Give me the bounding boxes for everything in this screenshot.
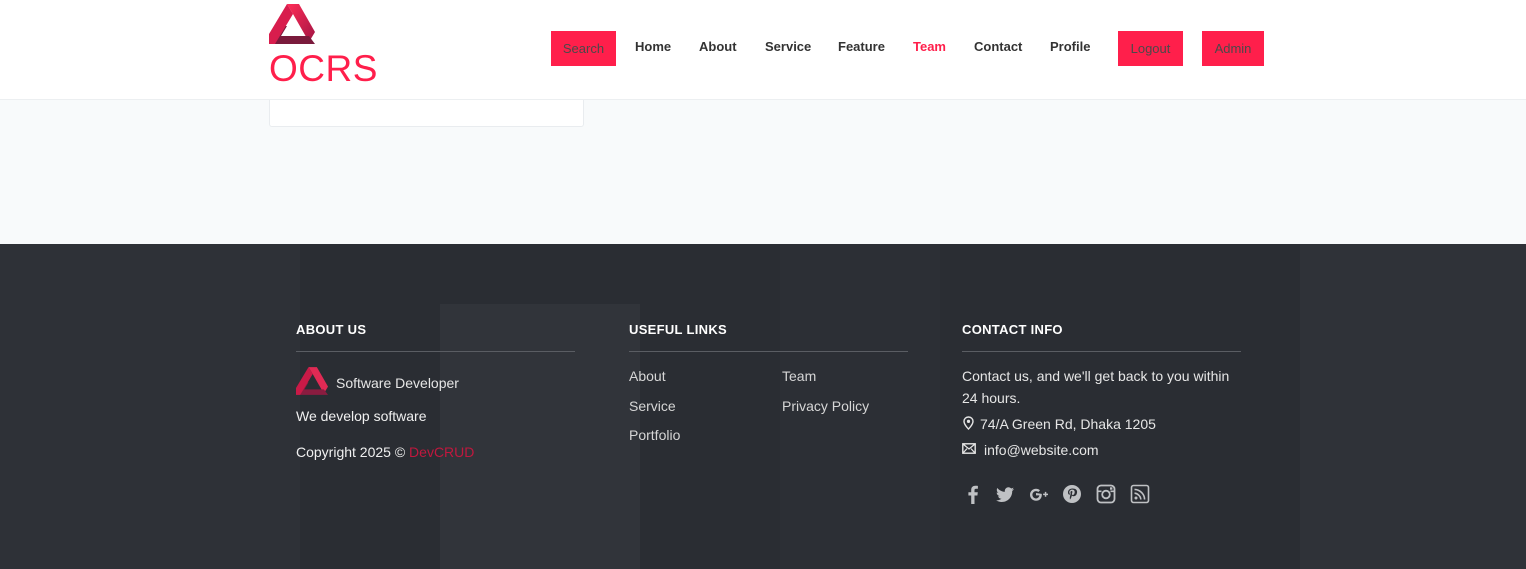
contact-address: 74/A Green Rd, Dhaka 1205 bbox=[980, 416, 1156, 432]
links-title: USEFUL LINKS bbox=[629, 322, 727, 337]
site-footer: ABOUT US Software Developer We develop s… bbox=[0, 244, 1526, 569]
nav-service[interactable]: Service bbox=[765, 31, 811, 66]
footer-bg-shape bbox=[0, 244, 300, 569]
google-plus-icon[interactable] bbox=[1028, 483, 1050, 505]
divider bbox=[629, 351, 908, 352]
footer-bg-shape bbox=[440, 304, 640, 569]
footer-link-team[interactable]: Team bbox=[782, 365, 816, 387]
map-pin-icon bbox=[963, 416, 974, 430]
brand-name: OCRS bbox=[269, 48, 378, 89]
about-title: ABOUT US bbox=[296, 322, 367, 337]
rss-icon[interactable] bbox=[1129, 483, 1151, 505]
nav-feature[interactable]: Feature bbox=[838, 31, 885, 66]
instagram-icon[interactable] bbox=[1095, 483, 1117, 505]
contact-email[interactable]: info@website.com bbox=[984, 439, 1099, 461]
devcrud-link[interactable]: DevCRUD bbox=[409, 444, 474, 460]
copyright-text: Copyright 2025 © bbox=[296, 444, 406, 460]
search-button[interactable]: Search bbox=[551, 31, 616, 66]
logo-triangle-icon bbox=[296, 367, 328, 395]
logo-triangle-icon bbox=[269, 4, 315, 44]
contact-text-line2: 24 hours. bbox=[962, 390, 1021, 406]
footer-link-portfolio[interactable]: Portfolio bbox=[629, 424, 680, 446]
logout-button[interactable]: Logout bbox=[1118, 31, 1183, 66]
contact-title: CONTACT INFO bbox=[962, 322, 1063, 337]
nav-contact[interactable]: Contact bbox=[974, 31, 1022, 66]
nav-about[interactable]: About bbox=[699, 31, 737, 66]
nav-home[interactable]: Home bbox=[635, 31, 671, 66]
divider bbox=[296, 351, 575, 352]
nav-profile[interactable]: Profile bbox=[1050, 31, 1090, 66]
nav-team[interactable]: Team bbox=[913, 31, 946, 66]
content-card bbox=[269, 100, 584, 127]
contact-text-line1: Contact us, and we'll get back to you wi… bbox=[962, 368, 1230, 384]
copyright: Copyright 2025 © DevCRUD bbox=[296, 441, 474, 463]
company-tagline: We develop software bbox=[296, 408, 427, 424]
pinterest-icon[interactable] bbox=[1061, 483, 1083, 505]
facebook-icon[interactable] bbox=[962, 483, 984, 505]
divider bbox=[962, 351, 1241, 352]
footer-link-service[interactable]: Service bbox=[629, 395, 676, 417]
footer-bg-shape bbox=[1300, 244, 1526, 569]
admin-button[interactable]: Admin bbox=[1202, 31, 1264, 66]
envelope-icon bbox=[962, 443, 976, 454]
company-name: Software Developer bbox=[336, 375, 459, 391]
footer-link-privacy[interactable]: Privacy Policy bbox=[782, 395, 869, 417]
footer-link-about[interactable]: About bbox=[629, 365, 666, 387]
brand-logo[interactable]: OCRS bbox=[269, 4, 379, 89]
site-header: OCRS Search Home About Service Feature T… bbox=[0, 0, 1526, 100]
twitter-icon[interactable] bbox=[994, 483, 1016, 505]
